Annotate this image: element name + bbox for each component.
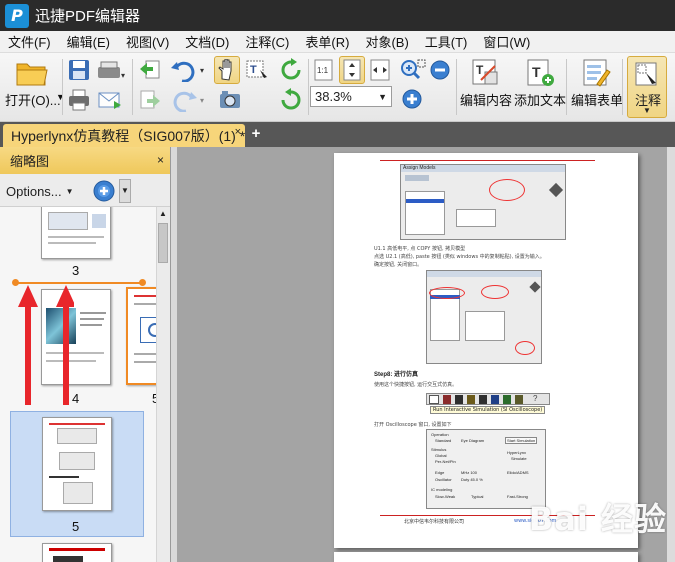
rotate-ccw-icon[interactable] xyxy=(278,87,304,113)
menu-comment[interactable]: 注释(C) xyxy=(237,32,297,51)
undo-icon[interactable]: ▾ xyxy=(170,57,208,83)
app-logo-icon: P xyxy=(5,3,29,28)
menu-bar: 文件(F) 编辑(E) 视图(V) 文档(D) 注释(C) 表单(R) 对象(B… xyxy=(0,31,675,53)
step-heading: Step8: 进行仿真 xyxy=(374,372,419,378)
thumbnail-zoom-in-icon[interactable] xyxy=(92,179,116,203)
svg-text:T: T xyxy=(250,64,257,76)
app-title: 迅捷PDF编辑器 xyxy=(35,8,141,25)
add-text-icon[interactable]: T xyxy=(524,57,556,89)
redo-icon[interactable]: ▾ xyxy=(170,87,208,113)
menu-view[interactable]: 视图(V) xyxy=(118,32,177,51)
scroll-thumb[interactable] xyxy=(158,223,168,263)
edit-form-button[interactable]: 编辑表单 xyxy=(571,90,623,109)
menu-tools[interactable]: 工具(T) xyxy=(417,32,476,51)
menu-window[interactable]: 窗口(W) xyxy=(475,32,538,51)
bullet-text: U1.1 高低电平, 点 COPY 按钮, 拷贝模型 xyxy=(374,246,466,252)
bullet-text: 使用这个快捷按钮, 运行交互式仿真。 xyxy=(374,382,458,388)
image-select-icon[interactable] xyxy=(217,87,243,113)
chevron-down-icon: ▼ xyxy=(378,91,387,102)
panel-header: 缩略图 × xyxy=(0,147,170,174)
marquee-zoom-icon[interactable] xyxy=(400,58,426,82)
add-text-button[interactable]: 添加文本 xyxy=(514,90,566,109)
svg-text:1:1: 1:1 xyxy=(317,66,329,75)
next-page-icon[interactable] xyxy=(137,87,163,113)
panel-title: 缩略图 xyxy=(10,154,50,169)
tab-document[interactable]: Hyperlynx仿真教程（SIG007版）(1) * × xyxy=(3,124,245,147)
save-icon[interactable] xyxy=(66,57,92,83)
drop-indicator-end xyxy=(139,279,146,286)
edit-content-icon[interactable]: T xyxy=(470,57,502,89)
prev-page-icon[interactable] xyxy=(137,57,163,83)
zoom-value: 38.3% xyxy=(315,89,352,104)
menu-document[interactable]: 文档(D) xyxy=(177,32,237,51)
page-thumbnail[interactable] xyxy=(41,207,111,259)
next-pdf-page[interactable] xyxy=(334,552,638,562)
options-button[interactable]: Options... ▼ xyxy=(6,181,74,201)
menu-edit[interactable]: 编辑(E) xyxy=(59,32,118,51)
zoom-out-icon[interactable] xyxy=(428,58,452,82)
panel-close-icon[interactable]: × xyxy=(157,153,164,167)
fit-page-icon[interactable] xyxy=(339,56,365,84)
title-bar: P 迅捷PDF编辑器 xyxy=(0,0,675,31)
hand-tool-icon[interactable] xyxy=(214,56,240,84)
menu-object[interactable]: 对象(B) xyxy=(357,32,416,51)
open-dropdown-icon[interactable]: ▼ xyxy=(56,92,65,102)
zoom-select[interactable]: 38.3% ▼ xyxy=(310,86,392,107)
model-dialog-figure xyxy=(426,270,542,364)
page-thumbnail[interactable] xyxy=(42,417,112,511)
svg-text:T: T xyxy=(532,64,541,80)
document-view[interactable]: Assign Models U1.1 高低电平, 点 COPY 按钮, 拷贝模型… xyxy=(171,147,675,562)
svg-text:▾: ▾ xyxy=(200,96,204,105)
thumbnail-list: 3 4 5 5 xyxy=(0,207,156,562)
bullet-text: 确定按钮, 关闭窗口。 xyxy=(374,262,423,268)
watermark: Bai 经验 xyxy=(528,500,667,538)
panel-toolbar: Options... ▼ ▼ xyxy=(0,174,170,207)
tooltip: Run Interactive Simulation (SI Oscillosc… xyxy=(430,406,546,414)
tab-bar: Hyperlynx仿真教程（SIG007版）(1) * × + xyxy=(0,122,675,147)
edit-content-button[interactable]: 编辑内容 xyxy=(460,90,512,109)
actual-size-icon[interactable]: 1:1 xyxy=(313,58,335,82)
footer-company: 北京中信韦尔科技有限公司 xyxy=(404,519,465,525)
thumbnail-panel: 缩略图 × Options... ▼ ▼ 3 4 5 5 ▲ xyxy=(0,147,170,562)
open-button[interactable]: 打开(O)... xyxy=(5,90,61,109)
tab-close-icon[interactable]: × xyxy=(235,126,241,138)
simulation-toolbar-figure: ? xyxy=(426,393,550,405)
new-tab-icon[interactable]: + xyxy=(249,126,263,141)
zoom-in-icon[interactable] xyxy=(400,87,424,111)
scroll-up-icon[interactable]: ▲ xyxy=(159,209,167,218)
red-arrow-icon xyxy=(18,285,74,405)
print-icon[interactable] xyxy=(66,87,92,113)
figure-title: Assign Models xyxy=(401,165,565,172)
svg-text:▾: ▾ xyxy=(200,66,204,75)
pdf-page[interactable]: Assign Models U1.1 高低电平, 点 COPY 按钮, 拷贝模型… xyxy=(334,153,638,548)
tab-title: Hyperlynx仿真教程（SIG007版）(1) * xyxy=(11,127,246,144)
open-folder-icon[interactable] xyxy=(14,57,50,89)
thumbnail-scrollbar[interactable]: ▲ xyxy=(156,207,170,562)
edit-form-icon[interactable] xyxy=(580,57,612,89)
fit-width-icon[interactable] xyxy=(369,58,391,82)
thumbnail-label: 3 xyxy=(72,263,80,278)
rotate-cw-icon[interactable] xyxy=(278,57,304,83)
bullet-text: 打开 Oscilloscope 窗口, 设置如下 xyxy=(374,422,452,428)
comment-dropdown-icon: ▼ xyxy=(643,106,651,115)
menu-file[interactable]: 文件(F) xyxy=(0,32,59,51)
options-label: Options... xyxy=(6,183,62,199)
toolbar: 打开(O)... ▼ ▾ ▾ ▾ T 1:1 38.3% ▼ T 编辑内容 T … xyxy=(0,53,675,122)
page-thumbnail[interactable] xyxy=(42,543,112,562)
comment-tool-button[interactable]: 注释 ▼ xyxy=(627,56,667,118)
header-rule xyxy=(380,160,595,161)
svg-text:T: T xyxy=(476,63,484,77)
dragged-page-thumbnail[interactable] xyxy=(126,287,156,385)
document-scrollbar[interactable] xyxy=(667,147,675,562)
bullet-text: 点选 U2.1 (高低), paste 按钮 (类似 windows 中的复制粘… xyxy=(374,254,545,260)
thumbnail-zoom-dropdown-icon[interactable]: ▼ xyxy=(119,179,131,203)
assign-models-figure: Assign Models xyxy=(400,164,566,240)
text-select-icon[interactable]: T xyxy=(244,57,270,83)
svg-text:▾: ▾ xyxy=(121,71,125,80)
chevron-down-icon: ▼ xyxy=(65,186,74,196)
thumbnail-label: 5 xyxy=(72,519,80,534)
scan-icon[interactable]: ▾ xyxy=(96,57,126,83)
email-icon[interactable] xyxy=(96,87,124,113)
menu-form[interactable]: 表单(R) xyxy=(297,32,357,51)
